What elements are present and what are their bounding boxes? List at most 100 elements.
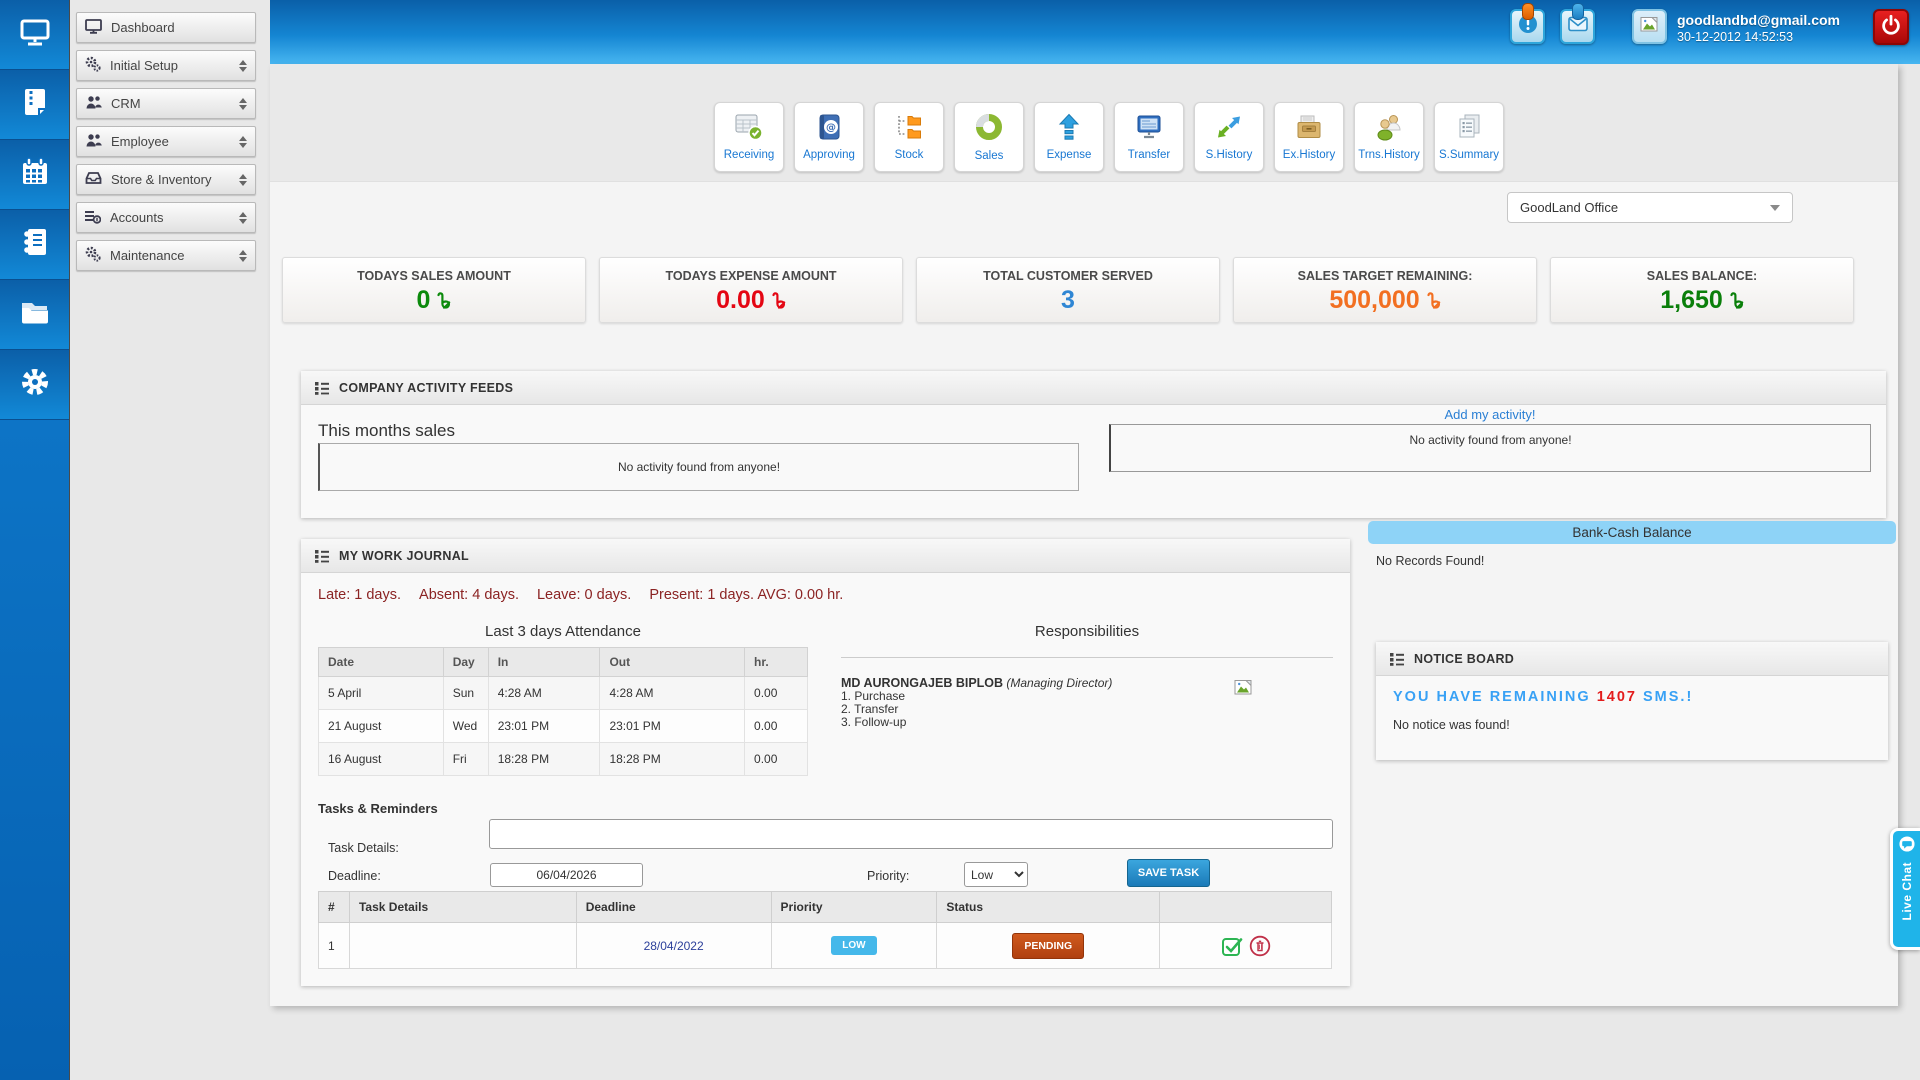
col-in: In	[487, 647, 601, 677]
add-activity-link[interactable]: Add my activity!	[1109, 407, 1871, 422]
stat-card-expense: TODAYS EXPENSE AMOUNT 0.00	[599, 257, 903, 323]
list-icon	[315, 381, 329, 395]
folder-icon	[18, 295, 52, 334]
address-book-icon: @	[815, 113, 843, 146]
toolbar-label: Ex.History	[1282, 149, 1336, 161]
office-select[interactable]: GoodLand Office	[1507, 192, 1793, 223]
panel-title: MY WORK JOURNAL	[339, 548, 469, 563]
toolbar-receiving-button[interactable]: Receiving	[714, 102, 784, 172]
work-journal-panel: MY WORK JOURNAL Late: 1 days. Absent: 4 d…	[301, 539, 1350, 986]
taka-currency-icon	[1427, 291, 1441, 309]
rail-journal-button[interactable]	[0, 210, 69, 280]
save-task-button[interactable]: SAVE TASK	[1127, 859, 1210, 887]
col-hr: hr.	[744, 647, 808, 677]
notice-board-header: NOTICE BOARD	[1376, 642, 1888, 676]
taka-currency-icon	[437, 291, 451, 309]
expand-arrows-icon	[239, 249, 247, 262]
task-num: 1	[318, 922, 350, 969]
sidebar-item-employee[interactable]: Employee	[76, 126, 256, 157]
complete-task-icon[interactable]	[1221, 935, 1243, 957]
toolbar-label: Approving	[803, 149, 855, 161]
rail-documents-button[interactable]	[0, 70, 69, 140]
expand-arrows-icon	[239, 173, 247, 186]
status-badge: PENDING	[1012, 932, 1085, 959]
toolbar-sales-history-button[interactable]: S.History	[1194, 102, 1264, 172]
toolbar-label: S.History	[1205, 149, 1253, 161]
broken-image-icon	[1234, 679, 1253, 701]
attendance-row: 21 August Wed 23:01 PM 23:01 PM 0.00	[318, 709, 808, 743]
toolbar-stock-button[interactable]: Stock	[874, 102, 944, 172]
erp-dashboard: Dashboard Initial Setup CRM Employee Sto…	[0, 0, 1920, 1080]
toolbar-approving-button[interactable]: @ Approving	[794, 102, 864, 172]
rail-dashboard-button[interactable]	[0, 0, 69, 70]
notification-button[interactable]	[1510, 3, 1545, 44]
divider	[841, 657, 1333, 658]
stat-card-balance: SALES BALANCE: 1,650	[1550, 257, 1854, 323]
attendance-header-row: Date Day In Out hr.	[318, 647, 808, 677]
task-details-input[interactable]	[489, 819, 1333, 849]
spreadsheet-check-icon	[734, 113, 764, 146]
tasks-reminders-title: Tasks & Reminders	[318, 801, 438, 816]
bank-cash-balance-header: Bank-Cash Balance	[1368, 521, 1896, 544]
deadline-input[interactable]	[490, 863, 643, 887]
expand-arrows-icon	[239, 135, 247, 148]
svg-text:@: @	[826, 123, 836, 134]
rail-settings-button[interactable]	[0, 350, 69, 420]
sidebar-item-label: Maintenance	[110, 248, 185, 263]
icon-rail	[0, 0, 70, 1080]
toolbar-label: Receiving	[723, 149, 775, 161]
gear-icon	[18, 365, 52, 404]
duty-item: 3. Follow-up	[841, 715, 907, 729]
task-table: # Task Details Deadline Priority Status …	[318, 891, 1332, 969]
chevron-down-icon	[1770, 204, 1780, 211]
activity-feeds-panel: COMPANY ACTIVITY FEEDS This months sales…	[301, 371, 1886, 518]
power-icon	[1879, 13, 1903, 42]
stat-label: TODAYS SALES AMOUNT	[357, 269, 511, 283]
stat-value: 1,650	[1551, 286, 1853, 315]
gears-icon	[85, 246, 101, 265]
month-sales-title: This months sales	[318, 421, 455, 440]
task-deadline-cell: 28/04/2022	[575, 922, 772, 969]
sidebar-item-accounts[interactable]: Accounts	[76, 202, 256, 233]
sidebar-item-dashboard[interactable]: Dashboard	[76, 12, 256, 43]
user-avatar[interactable]	[1632, 9, 1667, 44]
task-row: 1 28/04/2022 LOW PENDING	[318, 922, 1332, 969]
toolbar-sales-button[interactable]: Sales	[954, 102, 1024, 172]
delete-task-icon[interactable]	[1249, 935, 1271, 957]
toolbar-transaction-history-button[interactable]: Trns.History	[1354, 102, 1424, 172]
stat-label: TODAYS EXPENSE AMOUNT	[665, 269, 837, 283]
feed-empty-message: No activity found from anyone!	[1409, 433, 1572, 447]
toolbar-label: Sales	[974, 150, 1004, 162]
sidebar-item-store-inventory[interactable]: Store & Inventory	[76, 164, 256, 195]
messages-button[interactable]	[1560, 3, 1595, 44]
stat-cards: TODAYS SALES AMOUNT 0 TODAYS EXPENSE AMO…	[282, 257, 1854, 323]
monitor-icon	[18, 15, 52, 54]
logout-button[interactable]	[1873, 9, 1909, 45]
rail-calendar-button[interactable]	[0, 140, 69, 210]
sidebar-item-initial-setup[interactable]: Initial Setup	[76, 50, 256, 81]
rail-files-button[interactable]	[0, 280, 69, 350]
priority-select[interactable]: Low	[964, 862, 1028, 887]
toolbar-sales-summary-button[interactable]: S.Summary	[1434, 102, 1504, 172]
folder-tree-icon	[895, 113, 923, 146]
col-deadline: Deadline	[575, 891, 772, 923]
month-sales-chart: No activity found from anyone!	[318, 443, 1079, 491]
col-task-details: Task Details	[348, 891, 577, 923]
sidebar-item-crm[interactable]: CRM	[76, 88, 256, 119]
two-people-icon	[1375, 113, 1403, 146]
current-datetime: 30-12-2012 14:52:53	[1677, 30, 1794, 44]
toolbar-expense-history-button[interactable]: Ex.History	[1274, 102, 1344, 172]
stat-card-sales: TODAYS SALES AMOUNT 0	[282, 257, 586, 323]
donut-chart-icon	[974, 112, 1004, 147]
journal-icon	[18, 225, 52, 264]
stat-value: 500,000	[1234, 286, 1536, 315]
toolbar-expense-button[interactable]: Expense	[1034, 102, 1104, 172]
priority-label: Priority:	[867, 869, 910, 883]
broken-image-icon	[1640, 16, 1659, 38]
user-info: goodlandbd@gmail.com 30-12-2012 14:52:53	[1677, 12, 1840, 44]
live-chat-tab[interactable]: Live Chat	[1890, 828, 1920, 950]
toolbar-transfer-button[interactable]: Transfer	[1114, 102, 1184, 172]
toolbar-label: Trns.History	[1358, 149, 1420, 161]
sidebar-item-maintenance[interactable]: Maintenance	[76, 240, 256, 271]
sidebar-menu: Dashboard Initial Setup CRM Employee Sto…	[76, 12, 256, 278]
